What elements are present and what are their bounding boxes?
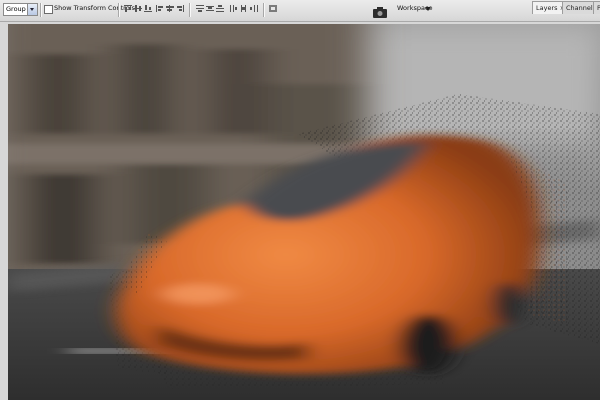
workspace-camera-icon[interactable] — [373, 3, 387, 18]
auto-select-dropdown[interactable]: Group — [3, 3, 38, 16]
toolbar-separator — [263, 3, 265, 17]
chevron-down-icon — [27, 4, 37, 15]
align-left-edges-icon[interactable] — [156, 5, 164, 12]
distribute-top-edges-icon[interactable] — [196, 5, 204, 12]
auto-align-layers-icon[interactable] — [269, 5, 277, 12]
align-right-edges-icon[interactable] — [176, 5, 184, 12]
document-canvas[interactable] — [8, 24, 600, 400]
align-horizontal-centers-icon[interactable] — [166, 5, 174, 12]
distribute-horizontal-centers-icon[interactable] — [240, 5, 248, 12]
tab-layers[interactable]: Layers × — [532, 1, 565, 14]
options-bar: Group Show Transform Controls Workspace … — [0, 0, 600, 22]
distribute-vertical-centers-icon[interactable] — [206, 5, 214, 12]
align-bottom-edges-icon[interactable] — [144, 5, 152, 12]
toolbar-separator — [40, 3, 42, 17]
show-transform-controls-checkbox[interactable] — [44, 5, 53, 14]
toolbar-separator — [189, 3, 191, 17]
auto-select-value: Group — [6, 5, 26, 13]
toolbar-separator — [118, 3, 120, 17]
align-top-edges-icon[interactable] — [124, 5, 132, 12]
show-transform-controls-label: Show Transform Controls — [54, 4, 135, 12]
align-vertical-centers-icon[interactable] — [134, 5, 142, 12]
tab-paths[interactable]: Pa — [593, 1, 600, 14]
distribute-bottom-edges-icon[interactable] — [216, 5, 224, 12]
tab-channels[interactable]: Channels — [562, 1, 596, 14]
chevron-down-icon — [425, 7, 431, 11]
distribute-left-edges-icon[interactable] — [230, 5, 238, 12]
canvas-image — [8, 24, 600, 400]
distribute-right-edges-icon[interactable] — [250, 5, 258, 12]
